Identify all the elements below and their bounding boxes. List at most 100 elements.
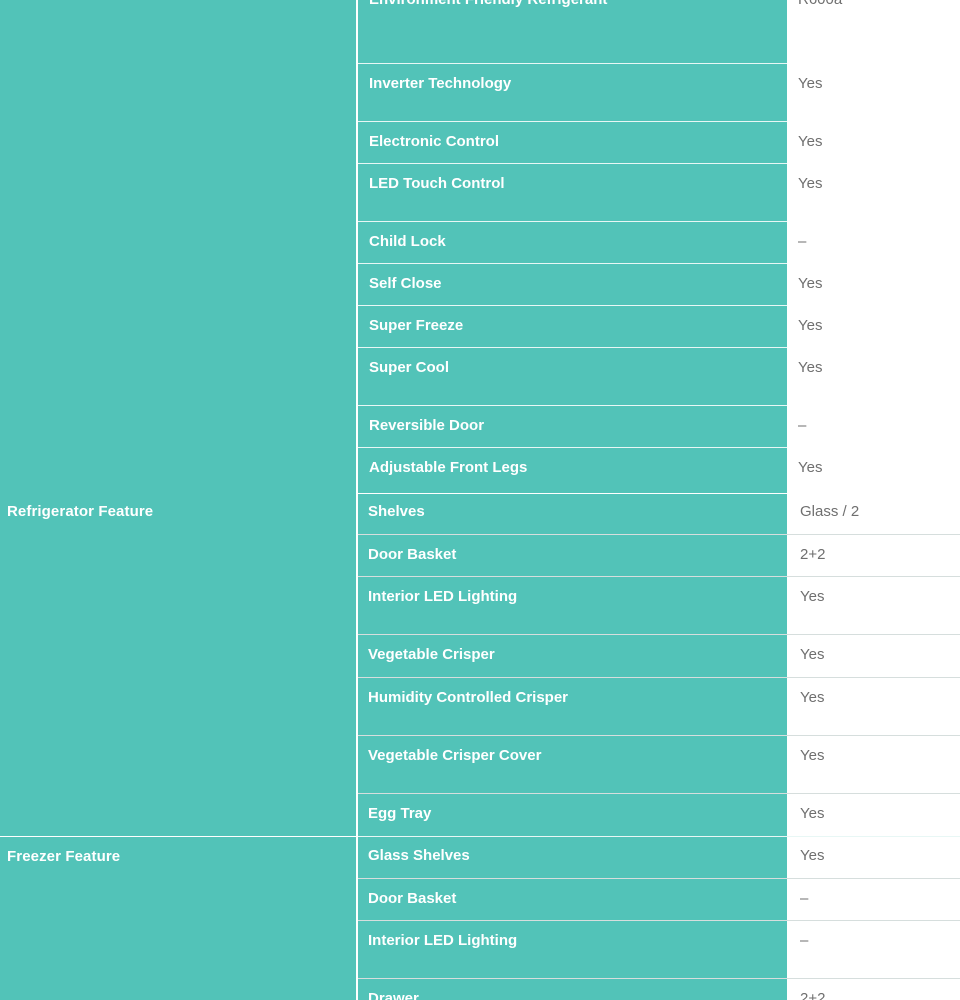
table-row-electronic-control: Electronic Control Yes bbox=[358, 122, 960, 164]
table-row-shelves: Shelves Glass / 2 bbox=[358, 494, 960, 535]
feature-name: Super Freeze bbox=[369, 317, 464, 334]
feature-name-cell: Shelves bbox=[358, 494, 787, 534]
feature-value: – bbox=[800, 932, 809, 949]
feature-name-cell: Self Close bbox=[358, 264, 787, 305]
table-row-led-touch-control: LED Touch Control Yes bbox=[358, 164, 960, 222]
feature-name-cell: Inverter Technology bbox=[358, 64, 787, 121]
feature-value-cell: Yes bbox=[787, 122, 960, 163]
feature-value-cell: Yes bbox=[787, 164, 960, 221]
feature-name: Egg Tray bbox=[368, 805, 432, 822]
feature-name-cell: Interior LED Lighting bbox=[358, 577, 787, 634]
feature-value-cell: Yes bbox=[787, 264, 960, 305]
feature-name: Drawer bbox=[368, 990, 419, 1000]
feature-name-cell: Door Basket bbox=[358, 879, 787, 920]
feature-name-cell: Electronic Control bbox=[358, 122, 787, 163]
feature-name: Environment Friendly Refrigerant bbox=[369, 0, 607, 8]
feature-value-cell: 2+2 bbox=[787, 535, 960, 576]
feature-value-cell: Yes bbox=[787, 348, 960, 405]
table-row-super-cool: Super Cool Yes bbox=[358, 348, 960, 406]
feature-value: Yes bbox=[798, 75, 823, 92]
feature-name: Door Basket bbox=[368, 546, 457, 563]
feature-value: Yes bbox=[800, 646, 825, 663]
table-row-drawer: Drawer 2+2 bbox=[358, 979, 960, 1000]
feature-name-cell: Child Lock bbox=[358, 222, 787, 263]
table-row-child-lock: Child Lock – bbox=[358, 222, 960, 264]
feature-name-cell: Humidity Controlled Crisper bbox=[358, 678, 787, 735]
feature-value: Yes bbox=[798, 459, 823, 476]
table-row-interior-led-lighting: Interior LED Lighting Yes bbox=[358, 577, 960, 635]
category-label-refrigerator: Refrigerator Feature bbox=[7, 503, 154, 520]
feature-value-cell: – bbox=[787, 406, 960, 447]
category-block-freezer: Freezer Feature bbox=[0, 836, 356, 1000]
feature-value: Yes bbox=[798, 133, 823, 150]
feature-name-cell: Interior LED Lighting bbox=[358, 921, 787, 978]
feature-value-cell: Yes bbox=[787, 306, 960, 347]
feature-value: Yes bbox=[800, 747, 825, 764]
feature-value: R600a bbox=[798, 0, 842, 8]
feature-value-cell: 2+2 bbox=[787, 979, 960, 1000]
feature-value-cell: – bbox=[787, 879, 960, 920]
feature-name: Vegetable Crisper bbox=[368, 646, 495, 663]
feature-name-cell: Egg Tray bbox=[358, 794, 787, 836]
feature-value: Yes bbox=[798, 317, 823, 334]
feature-name: Self Close bbox=[369, 275, 442, 292]
table-row-egg-tray: Egg Tray Yes bbox=[358, 794, 960, 837]
feature-value-cell: Yes bbox=[787, 64, 960, 121]
feature-name: Shelves bbox=[368, 503, 425, 520]
feature-name: Humidity Controlled Crisper bbox=[368, 689, 569, 706]
feature-value: – bbox=[798, 233, 807, 250]
feature-name-cell: Vegetable Crisper Cover bbox=[358, 736, 787, 793]
feature-value: Yes bbox=[800, 588, 825, 605]
feature-value: Yes bbox=[800, 689, 825, 706]
feature-name-cell: Super Cool bbox=[358, 348, 787, 405]
feature-value: – bbox=[800, 890, 809, 907]
feature-name-cell: LED Touch Control bbox=[358, 164, 787, 221]
feature-name: Reversible Door bbox=[369, 417, 485, 434]
table-row-freezer-door-basket: Door Basket – bbox=[358, 879, 960, 921]
table-row-freezer-interior-led-lighting: Interior LED Lighting – bbox=[358, 921, 960, 979]
feature-value: Yes bbox=[798, 175, 823, 192]
feature-value-cell: Yes bbox=[787, 635, 960, 677]
feature-value: Glass / 2 bbox=[800, 503, 860, 520]
feature-name: Interior LED Lighting bbox=[368, 932, 518, 949]
feature-value: 2+2 bbox=[800, 546, 826, 563]
table-row-vegetable-crisper: Vegetable Crisper Yes bbox=[358, 635, 960, 678]
feature-name: Glass Shelves bbox=[368, 847, 470, 864]
feature-name-cell: Adjustable Front Legs bbox=[358, 448, 787, 493]
feature-name: Adjustable Front Legs bbox=[369, 459, 528, 476]
category-block-refrigerator: Refrigerator Feature bbox=[0, 0, 356, 836]
feature-name: Super Cool bbox=[369, 359, 450, 376]
table-row-humidity-controlled-crisper: Humidity Controlled Crisper Yes bbox=[358, 678, 960, 736]
feature-value-cell: Yes bbox=[787, 837, 960, 878]
table-row-door-basket: Door Basket 2+2 bbox=[358, 535, 960, 577]
feature-value: Yes bbox=[798, 359, 823, 376]
feature-value-cell: Yes bbox=[787, 448, 960, 493]
feature-name: Door Basket bbox=[368, 890, 457, 907]
feature-value: Yes bbox=[800, 805, 825, 822]
feature-value-cell: Yes bbox=[787, 794, 960, 836]
category-column: Refrigerator Feature Freezer Feature bbox=[0, 0, 356, 1000]
feature-name: Child Lock bbox=[369, 233, 446, 250]
feature-name-cell: Environment Friendly Refrigerant bbox=[358, 0, 787, 63]
table-row-glass-shelves: Glass Shelves Yes bbox=[358, 837, 960, 879]
spec-table: Refrigerator Feature Freezer Feature Env… bbox=[0, 0, 960, 1000]
table-row-vegetable-crisper-cover: Vegetable Crisper Cover Yes bbox=[358, 736, 960, 794]
feature-value-cell: Glass / 2 bbox=[787, 494, 960, 534]
table-row-refrigerant: Environment Friendly Refrigerant R600a bbox=[358, 0, 960, 64]
category-label-freezer: Freezer Feature bbox=[7, 848, 121, 865]
table-row-adjustable-front-legs: Adjustable Front Legs Yes bbox=[358, 448, 960, 493]
table-row-reversible-door: Reversible Door – bbox=[358, 406, 960, 448]
feature-name-cell: Door Basket bbox=[358, 535, 787, 576]
feature-name-cell: Vegetable Crisper bbox=[358, 635, 787, 677]
feature-name-cell: Glass Shelves bbox=[358, 837, 787, 878]
feature-name-cell: Drawer bbox=[358, 979, 787, 1000]
feature-value-cell: Yes bbox=[787, 736, 960, 793]
feature-name-cell: Reversible Door bbox=[358, 406, 787, 447]
feature-value: – bbox=[798, 417, 807, 434]
feature-value-cell: – bbox=[787, 222, 960, 263]
feature-value: 2+2 bbox=[800, 990, 826, 1000]
feature-name: Vegetable Crisper Cover bbox=[368, 747, 542, 764]
feature-name: LED Touch Control bbox=[369, 175, 505, 192]
feature-name: Interior LED Lighting bbox=[368, 588, 518, 605]
feature-value: Yes bbox=[798, 275, 823, 292]
